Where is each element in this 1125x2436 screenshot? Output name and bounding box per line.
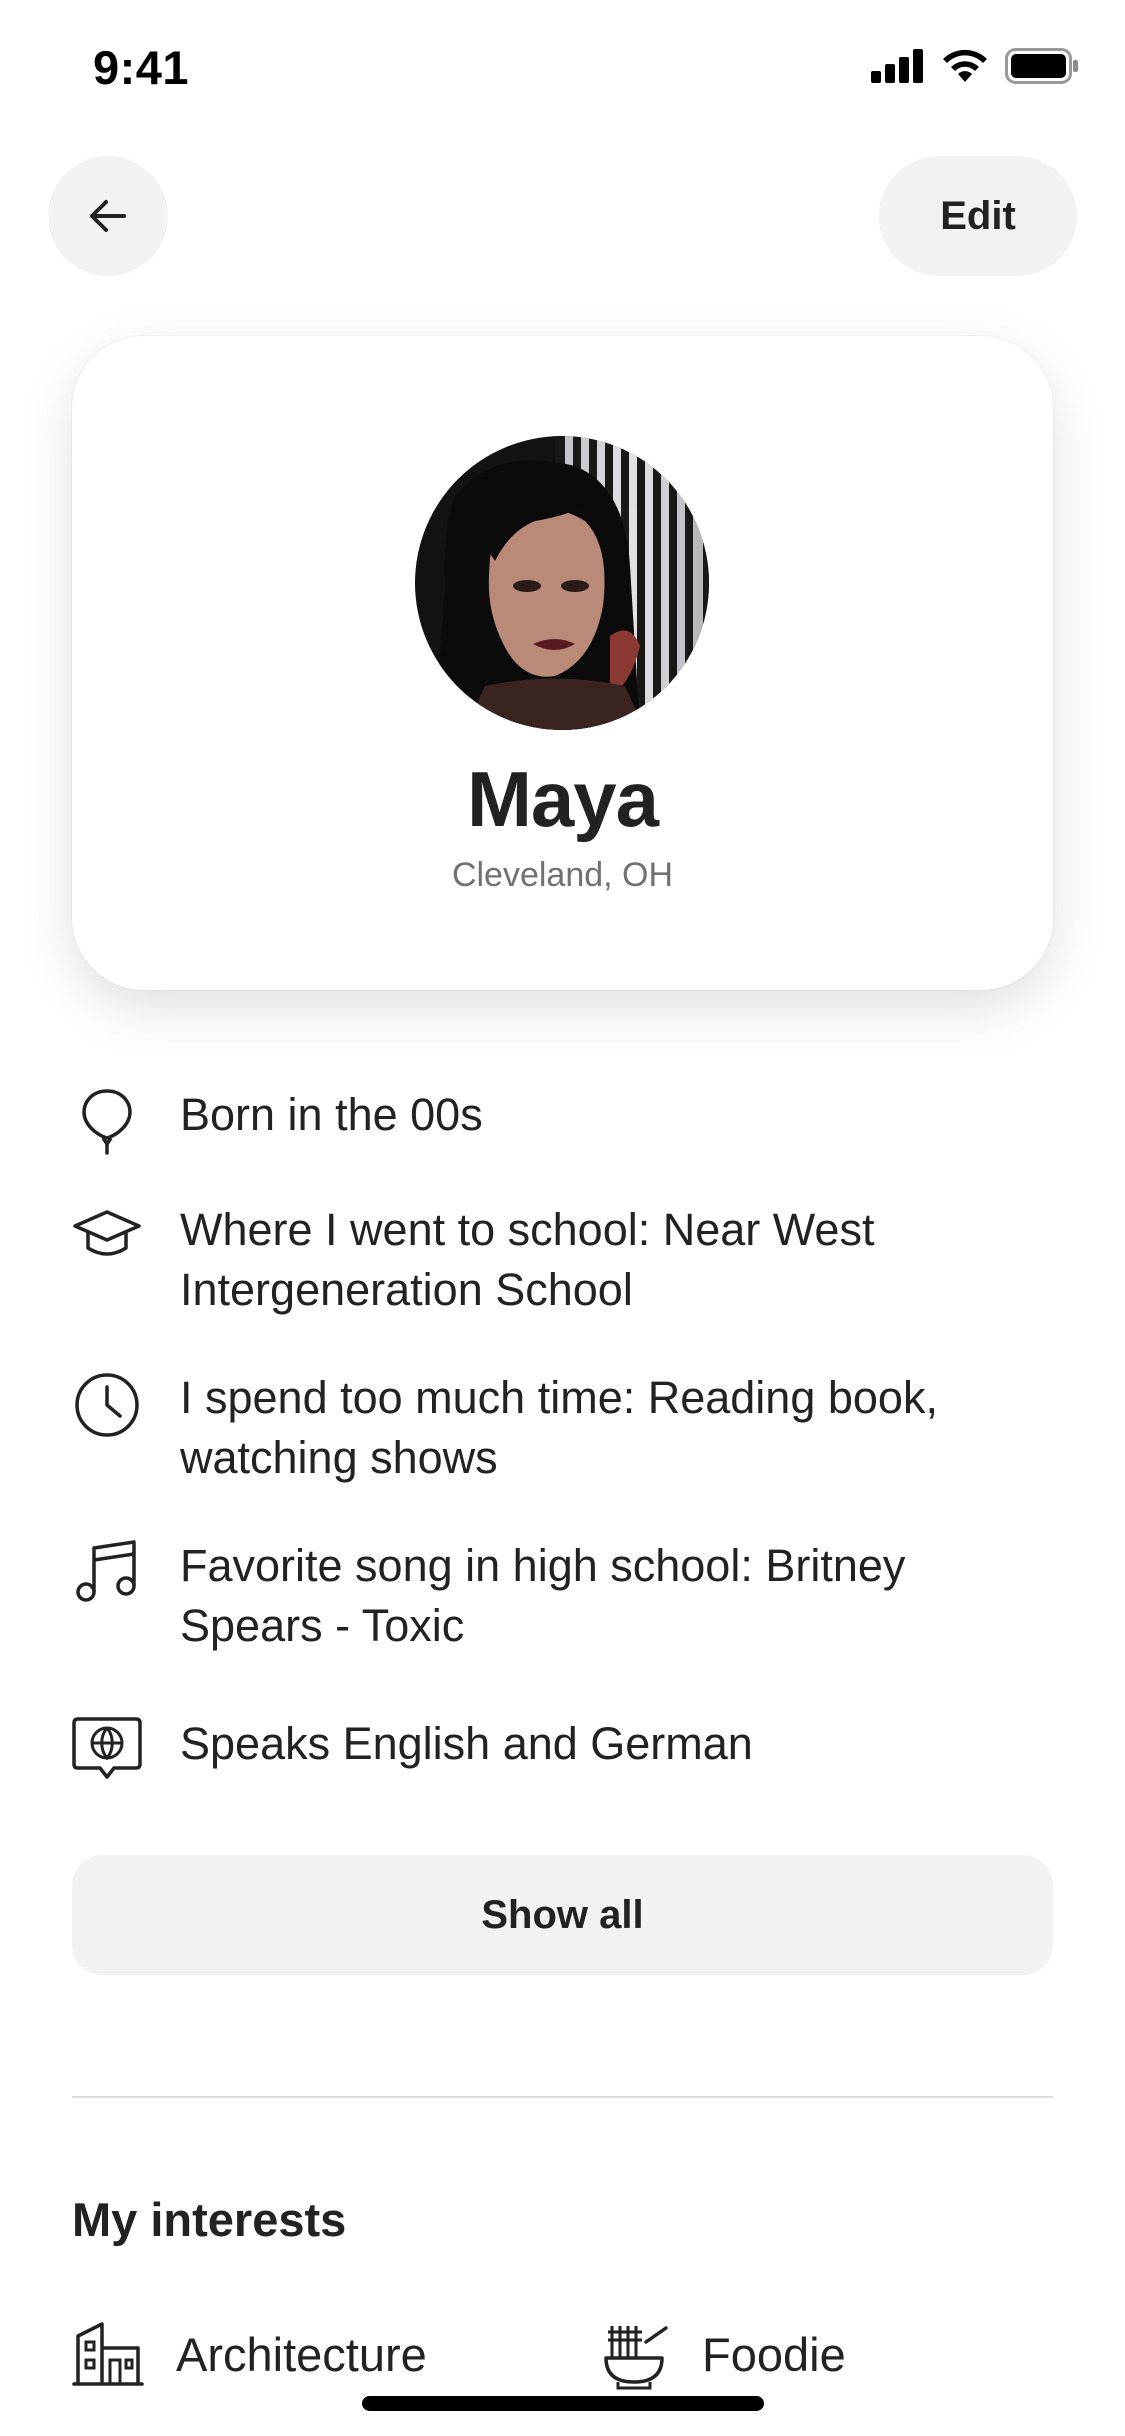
interest-item-foodie[interactable]: Foodie — [598, 2318, 846, 2390]
interest-label: Foodie — [702, 2327, 846, 2381]
avatar-photo — [415, 436, 709, 730]
fact-text: Where I went to school: Near West Interg… — [180, 1204, 875, 1315]
home-indicator — [362, 2396, 764, 2411]
fact-item-time: I spend too much time: Reading book, wat… — [72, 1368, 1053, 1488]
language-globe-icon — [72, 1717, 142, 1779]
fact-text: Favorite song in high school: Britney Sp… — [180, 1540, 906, 1651]
status-time: 9:41 — [93, 41, 190, 94]
noodles-icon — [604, 2326, 668, 2390]
wifi-icon — [943, 49, 987, 82]
profile-name: Maya — [466, 755, 659, 843]
graduation-cap-icon — [73, 1210, 141, 1256]
interests-title: My interests — [72, 2193, 347, 2246]
fact-item-languages: Speaks English and German — [72, 1714, 1053, 1784]
profile-location: Cleveland, OH — [451, 856, 674, 894]
back-button[interactable] — [48, 156, 168, 276]
fact-text: I spend too much time: Reading book, wat… — [180, 1372, 938, 1483]
battery-icon — [1005, 48, 1078, 84]
balloon-icon — [82, 1089, 132, 1155]
edit-button[interactable]: Edit — [879, 156, 1077, 276]
avatar[interactable] — [415, 436, 709, 730]
interest-label: Architecture — [176, 2327, 427, 2381]
fact-text: Born in the 00s — [180, 1089, 483, 1140]
interest-item-architecture[interactable]: Architecture — [72, 2318, 427, 2390]
fact-item-school: Where I went to school: Near West Interg… — [72, 1200, 1053, 1320]
divider — [72, 2096, 1053, 2098]
show-all-button[interactable]: Show all — [72, 1855, 1053, 1975]
music-note-icon — [76, 1540, 136, 1602]
status-bar: 9:41 — [0, 0, 1125, 132]
profile-card: Maya Cleveland, OH — [72, 336, 1053, 990]
clock-icon — [75, 1373, 139, 1437]
building-icon — [72, 2322, 144, 2386]
fact-item-birth: Born in the 00s — [72, 1085, 1053, 1155]
cellular-signal-icon — [871, 49, 923, 83]
arrow-left-icon — [90, 200, 126, 232]
fact-item-song: Favorite song in high school: Britney Sp… — [72, 1536, 1053, 1656]
fact-text: Speaks English and German — [180, 1718, 753, 1769]
status-icons — [871, 48, 1079, 84]
